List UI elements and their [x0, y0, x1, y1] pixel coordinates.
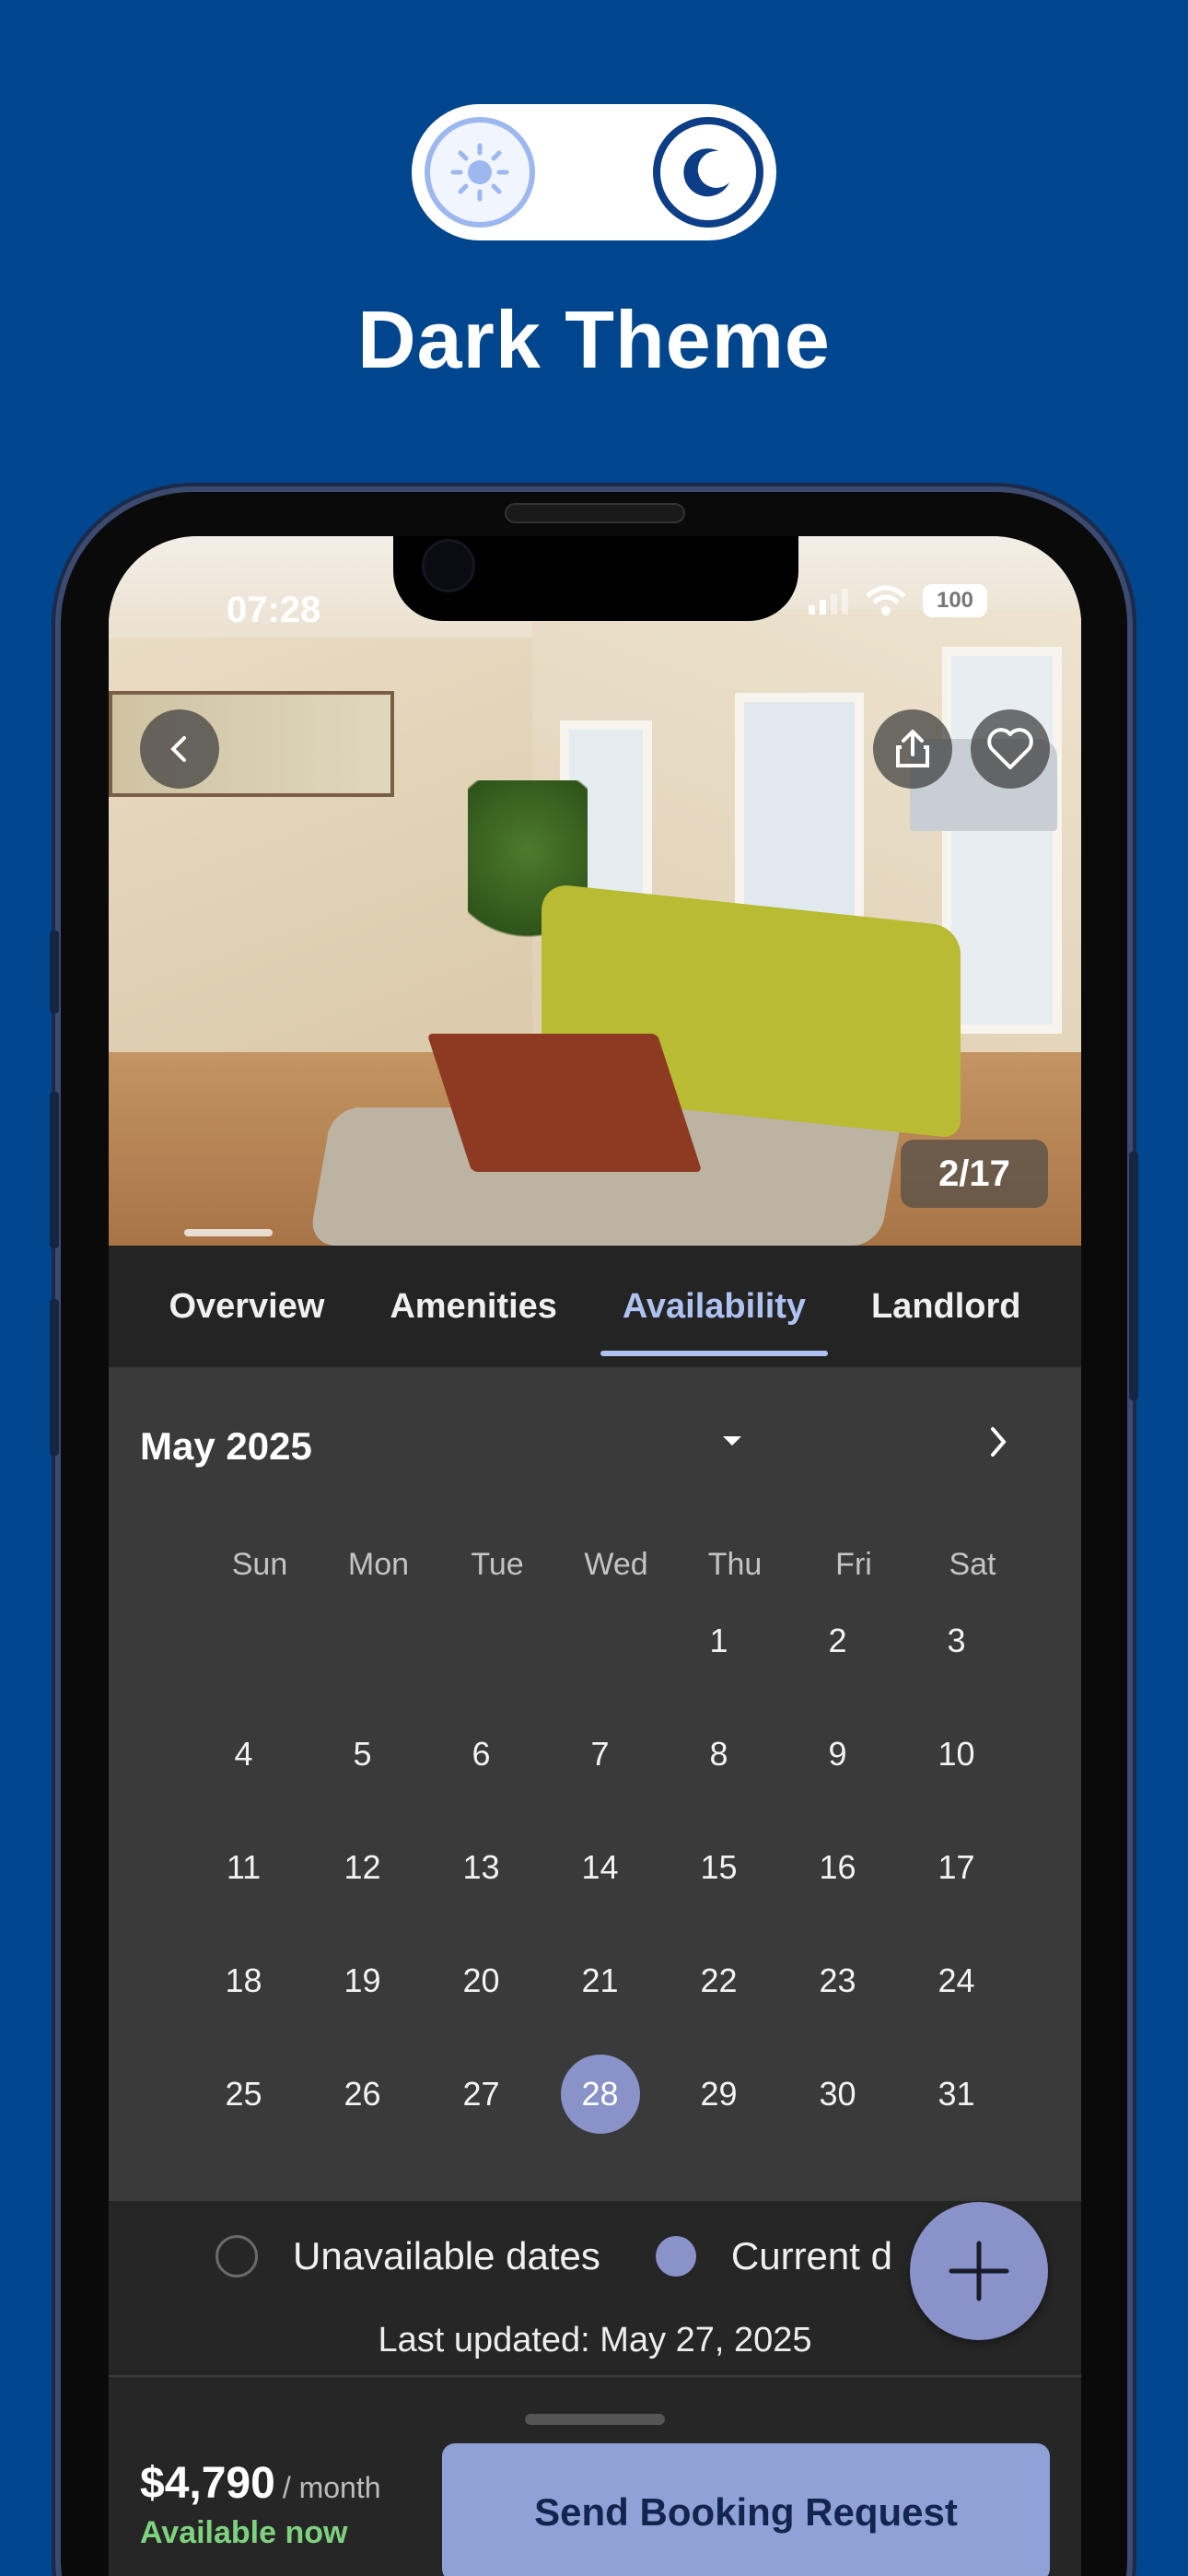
- plus-icon: [949, 2241, 1009, 2301]
- add-button[interactable]: [910, 2202, 1048, 2340]
- calendar-day-number: 24: [938, 1961, 975, 1999]
- calendar-day[interactable]: 31: [897, 2075, 1016, 2188]
- calendar-day-number: 18: [225, 1961, 262, 1999]
- calendar-day-number: 29: [700, 2075, 738, 2113]
- wifi-icon: [866, 585, 906, 615]
- weekday-label: Sat: [949, 1547, 996, 1582]
- calendar-day-number: 13: [462, 1848, 500, 1886]
- photo-scroll-indicator: [184, 1229, 273, 1236]
- tab-landlord[interactable]: Landlord: [849, 1269, 1043, 1345]
- share-icon: [896, 730, 929, 767]
- price: $4,790/ month: [140, 2458, 381, 2509]
- weekday-header: Sun Mon Tue Wed Thu Fri Sat: [217, 1547, 1046, 1583]
- legend-unavailable-label: Unavailable dates: [293, 2234, 600, 2277]
- front-camera: [422, 539, 475, 592]
- calendar-day-number: 5: [353, 1735, 372, 1773]
- heart-icon: [987, 728, 1033, 769]
- calendar-day[interactable]: 30: [778, 2075, 897, 2188]
- app-screen: 07:28 100 2/17 Overview Amenities Availa…: [109, 536, 1081, 2576]
- calendar-day-number: 25: [225, 2075, 262, 2113]
- mute-switch: [50, 931, 59, 1013]
- calendar-day[interactable]: 29: [659, 2075, 778, 2188]
- tab-bar: Overview Amenities Availability Landlord: [109, 1246, 1081, 1367]
- calendar-day-number: 11: [226, 1848, 262, 1886]
- calendar-day-current[interactable]: 28: [541, 2055, 659, 2188]
- tab-availability[interactable]: Availability: [600, 1269, 829, 1356]
- calendar-day[interactable]: 25: [184, 2075, 303, 2188]
- status-time: 07:28: [227, 590, 321, 630]
- back-button[interactable]: [140, 709, 219, 789]
- sun-icon[interactable]: [425, 117, 535, 228]
- calendar-day-number: 17: [938, 1848, 975, 1886]
- drag-handle[interactable]: [525, 2414, 665, 2425]
- caret-down-icon: [723, 1436, 741, 1446]
- calendar-day-number: 28: [560, 2055, 640, 2134]
- battery-icon: 100: [923, 584, 987, 617]
- last-updated-text: Last updated: May 27, 2025: [378, 2321, 812, 2359]
- month-label[interactable]: May 2025: [140, 1424, 312, 1469]
- calendar-day-number: 31: [938, 2075, 975, 2113]
- chevron-left-icon: [170, 736, 186, 762]
- moon-icon[interactable]: [653, 117, 763, 228]
- calendar-day-number: 30: [819, 2075, 856, 2113]
- unavailable-dot-icon: [215, 2235, 258, 2277]
- theme-toggle[interactable]: [412, 104, 776, 240]
- calendar-day-number: 8: [709, 1735, 728, 1773]
- signal-icon: [809, 589, 848, 615]
- calendar-day-number: 6: [472, 1735, 491, 1773]
- price-amount: $4,790: [140, 2459, 275, 2508]
- calendar-day-number: 19: [344, 1961, 381, 1999]
- calendar-day-number: 3: [947, 1622, 966, 1659]
- calendar-day-number: 16: [819, 1848, 856, 1886]
- month-dropdown-button[interactable]: [714, 1423, 751, 1459]
- page-headline: Dark Theme: [357, 294, 831, 385]
- volume-down-button: [50, 1299, 59, 1456]
- chevron-right-icon: [991, 1427, 1007, 1457]
- calendar-day-number: 20: [462, 1961, 500, 1999]
- calendar-day-number: 23: [819, 1961, 856, 1999]
- volume-up-button: [50, 1092, 59, 1248]
- calendar-day-number: 12: [344, 1848, 381, 1886]
- calendar-day-number: 15: [700, 1848, 738, 1886]
- calendar-day-number: 21: [581, 1961, 619, 1999]
- speaker-grille: [505, 503, 685, 523]
- legend-current-label: Current d: [730, 2234, 892, 2277]
- tab-overview[interactable]: Overview: [146, 1269, 346, 1345]
- availability-status: Available now: [140, 2515, 348, 2550]
- favorite-button[interactable]: [971, 709, 1050, 789]
- calendar-day-number: 14: [581, 1848, 619, 1886]
- calendar-day-number: 4: [234, 1735, 253, 1773]
- share-button[interactable]: [873, 709, 952, 789]
- power-button: [1129, 1152, 1138, 1400]
- calendar-day[interactable]: 27: [422, 2075, 541, 2188]
- calendar-day-number: 1: [709, 1622, 728, 1659]
- availability-calendar: May 2025 Sun Mon Tue Wed Thu Fri Sat 123456789…: [109, 1367, 1081, 2201]
- calendar-day-number: 7: [590, 1735, 610, 1773]
- calendar-day-number: 2: [828, 1622, 847, 1659]
- calendar-days: 1 2 3 4 5 6 7 8 9 10 11 12 13 14 15 16 17 18 19 20 21 22 23 24 2…: [184, 1622, 1016, 2188]
- calendar-day-number: 10: [938, 1735, 975, 1773]
- next-month-button[interactable]: [974, 1419, 1020, 1465]
- send-booking-request-button[interactable]: Send Booking Request: [442, 2443, 1050, 2576]
- calendar-day-number: 22: [700, 1961, 738, 1999]
- calendar-day-number: 27: [462, 2075, 500, 2113]
- tab-amenities[interactable]: Amenities: [367, 1269, 579, 1345]
- status-icons: 100: [809, 584, 987, 617]
- price-period: / month: [282, 2471, 381, 2504]
- booking-bar: $4,790/ month Available now Send Booking…: [109, 2375, 1081, 2576]
- calendar-day[interactable]: 26: [303, 2075, 422, 2188]
- current-dot-icon: [655, 2236, 696, 2277]
- photo-counter: 2/17: [901, 1140, 1048, 1208]
- calendar-day-number: 26: [344, 2075, 381, 2113]
- calendar-day-number: 9: [828, 1735, 847, 1773]
